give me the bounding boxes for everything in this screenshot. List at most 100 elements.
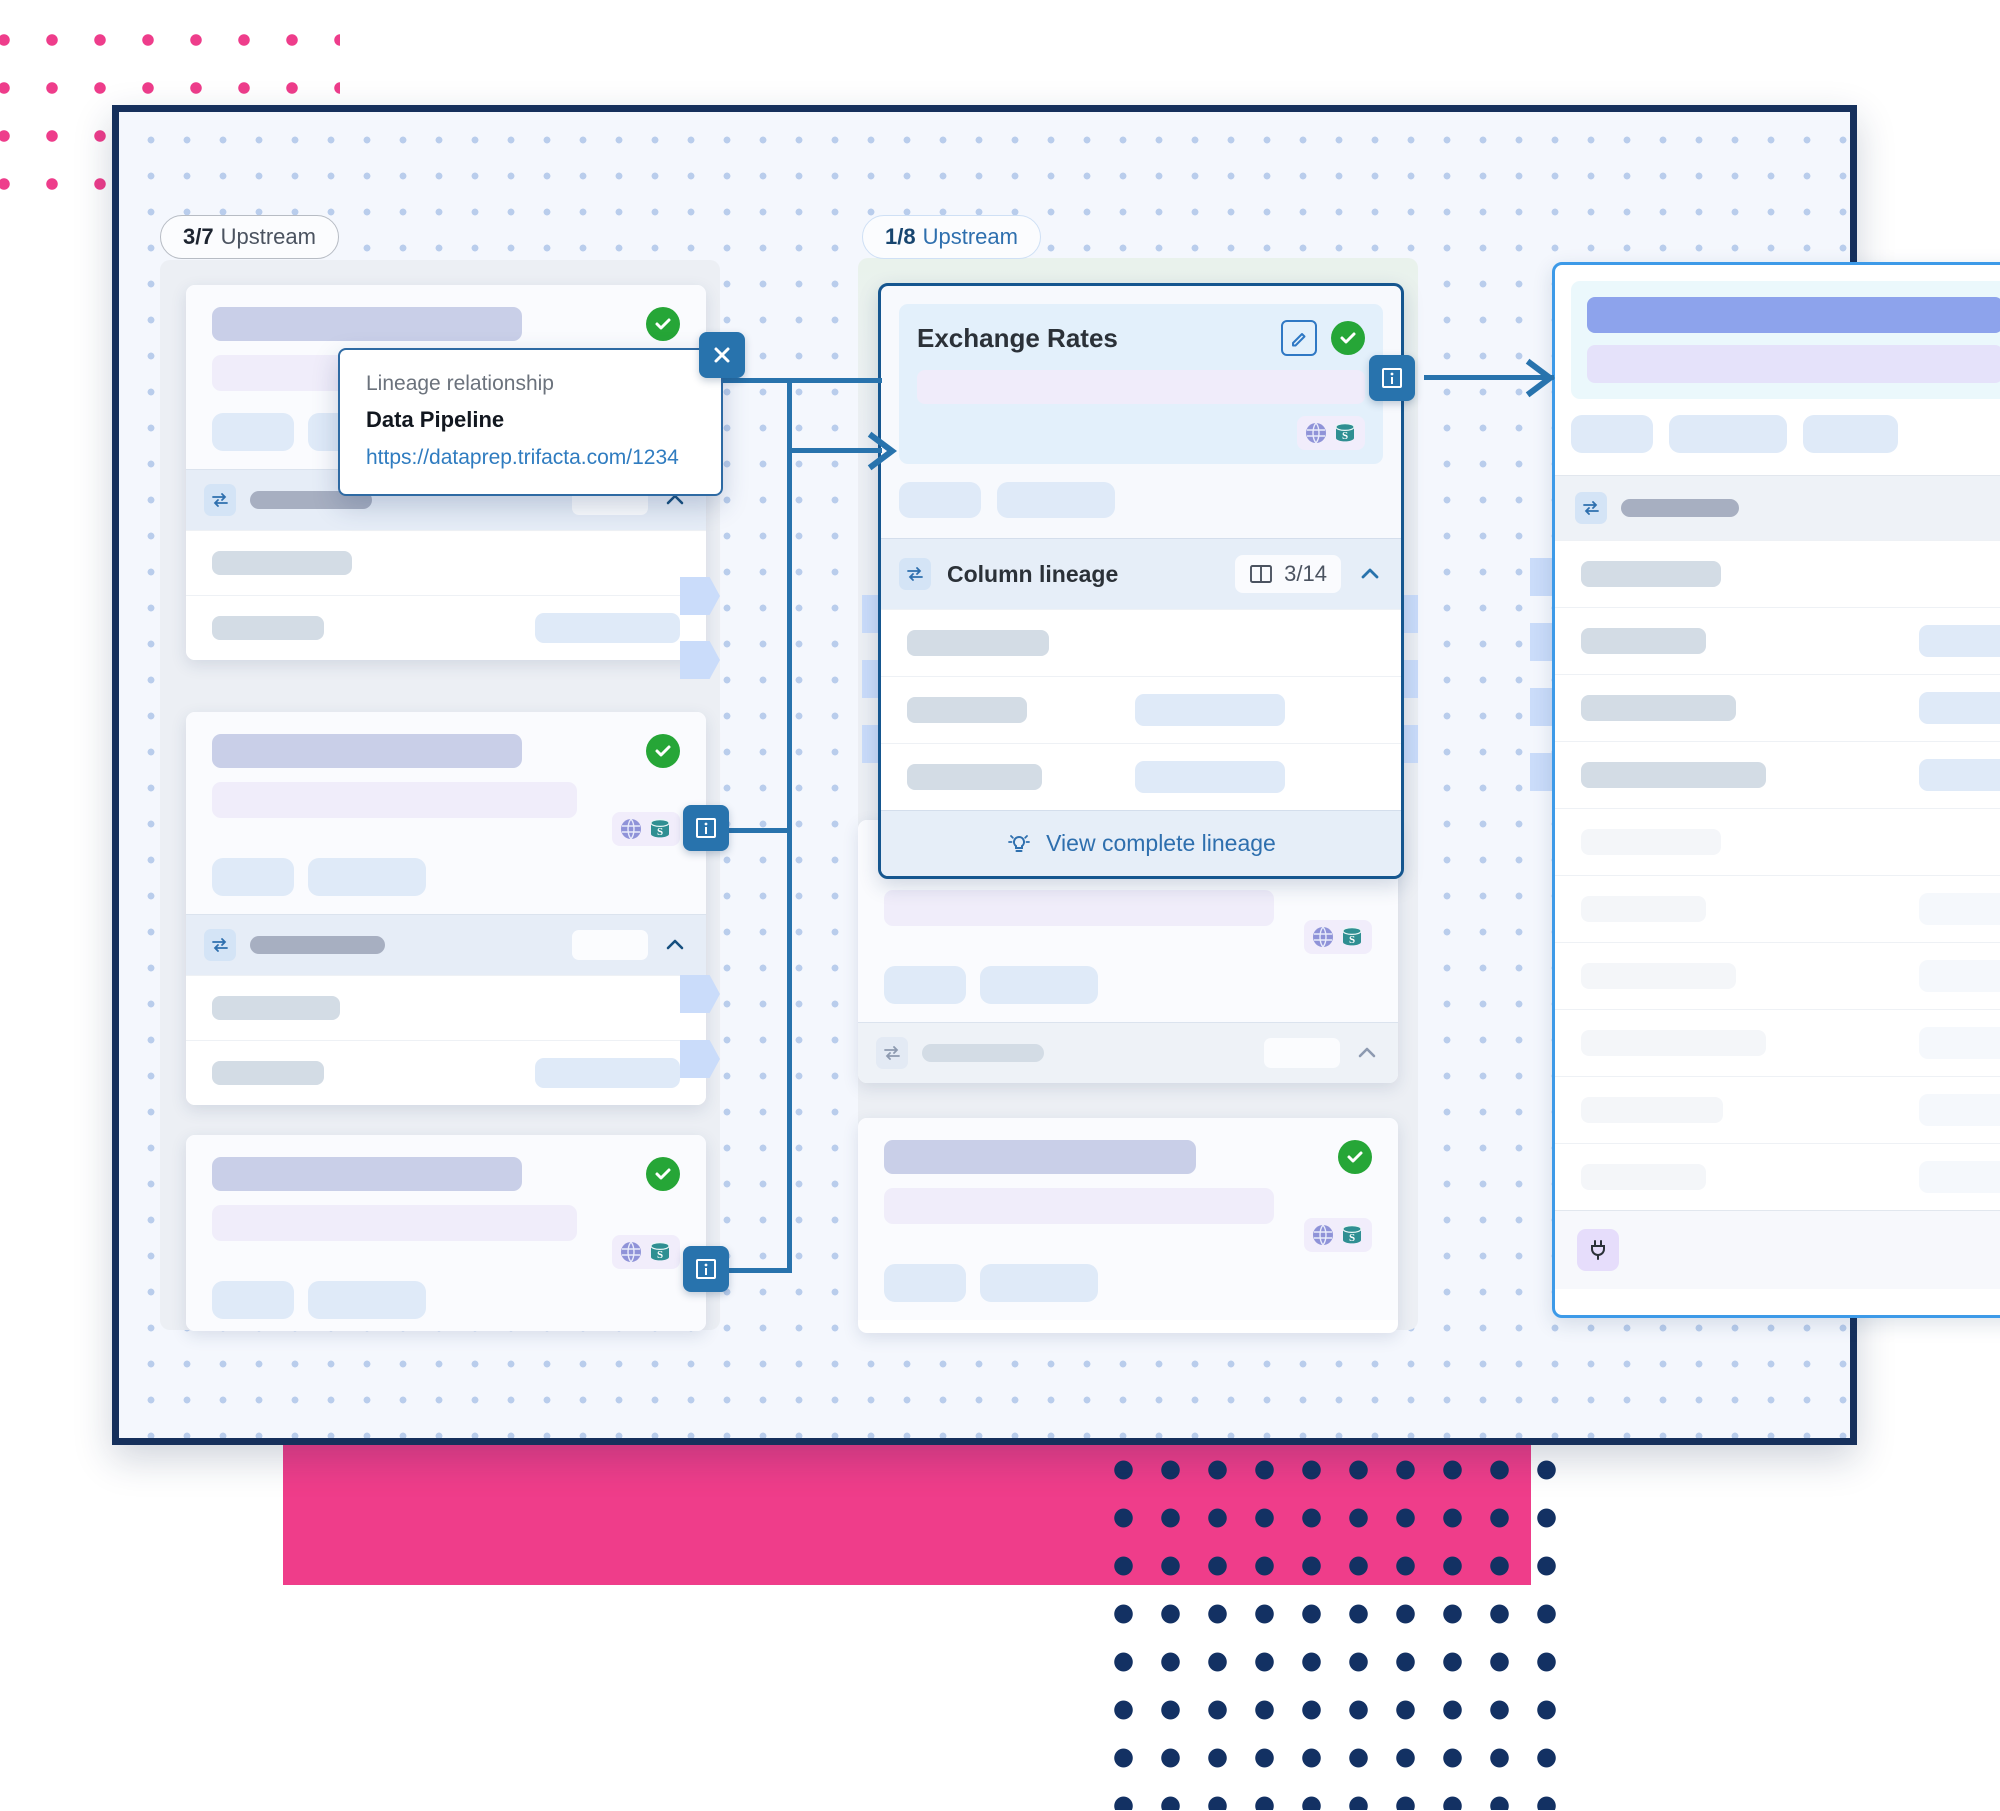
table-row[interactable] bbox=[1555, 1009, 2000, 1076]
info-icon bbox=[696, 818, 716, 838]
title-placeholder bbox=[212, 1157, 522, 1191]
info-icon bbox=[696, 1259, 716, 1279]
chevron-up-icon[interactable] bbox=[1357, 561, 1383, 587]
row-value-placeholder bbox=[535, 613, 680, 643]
row-cell-placeholder bbox=[212, 616, 324, 640]
chip-row bbox=[212, 858, 680, 896]
check-circle-icon bbox=[1338, 1140, 1372, 1174]
info-button[interactable] bbox=[683, 805, 729, 851]
row-cell-placeholder bbox=[1581, 628, 1706, 654]
check-circle-icon bbox=[646, 1157, 680, 1191]
table-row[interactable] bbox=[186, 530, 706, 595]
row-cell-placeholder bbox=[907, 630, 1049, 656]
chip bbox=[212, 413, 294, 451]
svg-text:S: S bbox=[1342, 430, 1348, 442]
edit-pencil-icon[interactable] bbox=[1281, 320, 1317, 356]
row-value-placeholder bbox=[1919, 1027, 2000, 1059]
row-value-placeholder bbox=[1919, 692, 2000, 724]
subtitle-placeholder bbox=[1587, 345, 2000, 383]
table-row[interactable] bbox=[186, 975, 706, 1040]
section-counter-placeholder bbox=[1264, 1038, 1340, 1068]
table-row[interactable] bbox=[881, 609, 1401, 676]
title-placeholder bbox=[1587, 297, 2000, 333]
table-row[interactable] bbox=[1555, 1143, 2000, 1210]
column-lineage-counter[interactable]: 3/14 bbox=[1235, 555, 1341, 593]
globe-icon bbox=[621, 818, 641, 840]
database-s-icon: S bbox=[1342, 1224, 1362, 1244]
chip bbox=[212, 1281, 294, 1319]
chip bbox=[308, 1281, 426, 1319]
chip bbox=[980, 1264, 1098, 1302]
globe-icon bbox=[621, 1241, 641, 1263]
card-header: S bbox=[186, 1135, 706, 1331]
columns-icon bbox=[1250, 565, 1273, 583]
table-row[interactable] bbox=[881, 743, 1401, 810]
table-row[interactable] bbox=[1555, 942, 2000, 1009]
row-value-placeholder bbox=[1919, 1094, 2000, 1126]
upstream-badge-mid[interactable]: 1/8 Upstream bbox=[862, 215, 1041, 259]
title-placeholder bbox=[212, 307, 522, 341]
row-cell-placeholder bbox=[1581, 695, 1736, 721]
subtitle-placeholder bbox=[917, 370, 1365, 404]
column-lineage-label: Column lineage bbox=[947, 560, 1119, 587]
upstream-badge-left[interactable]: 3/7 Upstream bbox=[160, 215, 339, 259]
table-row[interactable] bbox=[1555, 875, 2000, 942]
globe-icon bbox=[1313, 926, 1333, 948]
table-row[interactable] bbox=[881, 676, 1401, 743]
database-s-icon: S bbox=[1335, 422, 1355, 442]
plug-icon[interactable] bbox=[1577, 1229, 1619, 1271]
lineage-node-card[interactable]: S bbox=[858, 1118, 1398, 1333]
check-circle-icon bbox=[1331, 321, 1365, 355]
subtitle-placeholder bbox=[884, 1188, 1274, 1224]
info-button[interactable] bbox=[683, 1246, 729, 1292]
row-value-placeholder bbox=[535, 1058, 680, 1088]
downstream-node-card[interactable] bbox=[1552, 262, 2000, 1318]
chip bbox=[997, 482, 1115, 518]
table-row[interactable] bbox=[186, 595, 706, 660]
swap-arrows-icon bbox=[204, 484, 236, 516]
table-row[interactable] bbox=[1555, 607, 2000, 674]
close-button[interactable] bbox=[699, 332, 745, 378]
column-lineage-section-header[interactable] bbox=[186, 914, 706, 975]
chip-row bbox=[881, 482, 1401, 538]
section-label-placeholder bbox=[922, 1044, 1044, 1062]
lineage-relationship-tooltip[interactable]: Lineage relationship Data Pipeline https… bbox=[338, 332, 745, 496]
source-badges: S bbox=[612, 1235, 680, 1269]
column-lineage-section-header[interactable] bbox=[858, 1022, 1398, 1083]
table-row[interactable] bbox=[1555, 808, 2000, 875]
table-row[interactable] bbox=[1555, 741, 2000, 808]
chip bbox=[899, 482, 981, 518]
row-cell-placeholder bbox=[212, 1061, 324, 1085]
title-placeholder bbox=[884, 1140, 1196, 1174]
info-button[interactable] bbox=[1369, 355, 1415, 401]
section-label-placeholder bbox=[250, 936, 385, 954]
edge-vertical-long bbox=[787, 448, 792, 1270]
view-complete-lineage-button[interactable]: View complete lineage bbox=[881, 810, 1401, 876]
table-row[interactable] bbox=[1555, 674, 2000, 741]
row-cell-placeholder bbox=[212, 551, 352, 575]
swap-arrows-icon bbox=[876, 1037, 908, 1069]
row-value-placeholder bbox=[1919, 625, 2000, 657]
chip-row bbox=[884, 1264, 1372, 1302]
lineage-node-card[interactable]: S bbox=[186, 712, 706, 1105]
column-lineage-header[interactable]: Column lineage 3/14 bbox=[881, 538, 1401, 609]
exchange-rates-card[interactable]: Exchange Rates S Column lineage 3/14 Vie… bbox=[878, 283, 1404, 879]
lineage-node-card[interactable]: S bbox=[186, 1135, 706, 1331]
row-value-placeholder bbox=[1135, 694, 1285, 726]
row-cell-placeholder bbox=[1581, 829, 1721, 855]
chip bbox=[980, 966, 1098, 1004]
page-title: Exchange Rates bbox=[917, 322, 1118, 353]
tooltip-link[interactable]: https://dataprep.trifacta.com/1234 bbox=[366, 446, 695, 470]
chevron-up-icon[interactable] bbox=[1354, 1040, 1380, 1066]
row-cell-placeholder bbox=[1581, 963, 1736, 989]
arrowhead-to-exchange bbox=[867, 431, 897, 471]
row-value-placeholder bbox=[1919, 759, 2000, 791]
column-lineage-section-header[interactable] bbox=[1555, 475, 2000, 540]
table-row[interactable] bbox=[1555, 540, 2000, 607]
row-cell-placeholder bbox=[1581, 1097, 1723, 1123]
column-lineage-count: 3/14 bbox=[1284, 561, 1327, 586]
chevron-up-icon[interactable] bbox=[662, 932, 688, 958]
table-row[interactable] bbox=[186, 1040, 706, 1105]
row-value-placeholder bbox=[1919, 1161, 2000, 1193]
table-row[interactable] bbox=[1555, 1076, 2000, 1143]
